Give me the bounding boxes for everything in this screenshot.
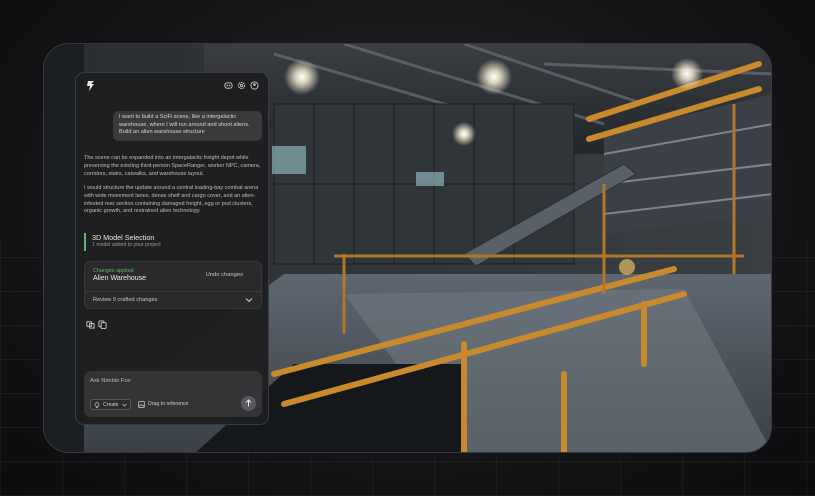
bulb-icon	[94, 402, 100, 408]
prompt-input[interactable]	[90, 375, 250, 387]
arrow-up-icon	[245, 399, 252, 407]
send-button[interactable]	[241, 396, 256, 411]
card-divider	[85, 291, 261, 292]
logo-icon[interactable]	[86, 80, 96, 92]
assistant-message: I would structure the update around a ce…	[84, 185, 259, 215]
user-icon[interactable]	[250, 81, 259, 90]
review-changes-button[interactable]: Review 9 crafted changes	[93, 297, 157, 303]
copy-icon[interactable]	[98, 320, 107, 329]
mode-select[interactable]: Create	[90, 399, 131, 410]
mode-select-label: Create	[103, 402, 119, 408]
thumbs-icon[interactable]	[86, 320, 95, 329]
image-icon	[138, 401, 145, 408]
changes-status: Changes applied	[93, 268, 134, 274]
discord-icon[interactable]	[224, 81, 233, 90]
assistant-message: The scene can be expanded into an interg…	[84, 155, 261, 177]
user-message: I want to build a SciFi scene, like a in…	[113, 111, 262, 141]
changes-card: Changes applied Alien Warehouse Undo cha…	[84, 261, 262, 309]
drag-to-reference-label: Drag to reference	[148, 401, 189, 407]
settings-icon[interactable]	[237, 81, 246, 90]
undo-changes-button[interactable]: Undo changes	[206, 272, 243, 278]
changes-name: Alien Warehouse	[93, 275, 147, 282]
composer: Create Drag to reference	[84, 371, 262, 417]
chevron-down-icon	[122, 403, 127, 407]
panel-header	[76, 73, 270, 99]
drag-to-reference-button[interactable]: Drag to reference	[138, 401, 189, 408]
model-selection-block: 3D Model Selection 1 model added to your…	[84, 233, 262, 251]
selection-title: 3D Model Selection	[92, 233, 155, 242]
selection-subtitle: 1 model added to your project	[92, 242, 161, 248]
chevron-down-icon[interactable]	[245, 297, 253, 303]
chat-panel: I want to build a SciFi scene, like a in…	[75, 72, 269, 425]
